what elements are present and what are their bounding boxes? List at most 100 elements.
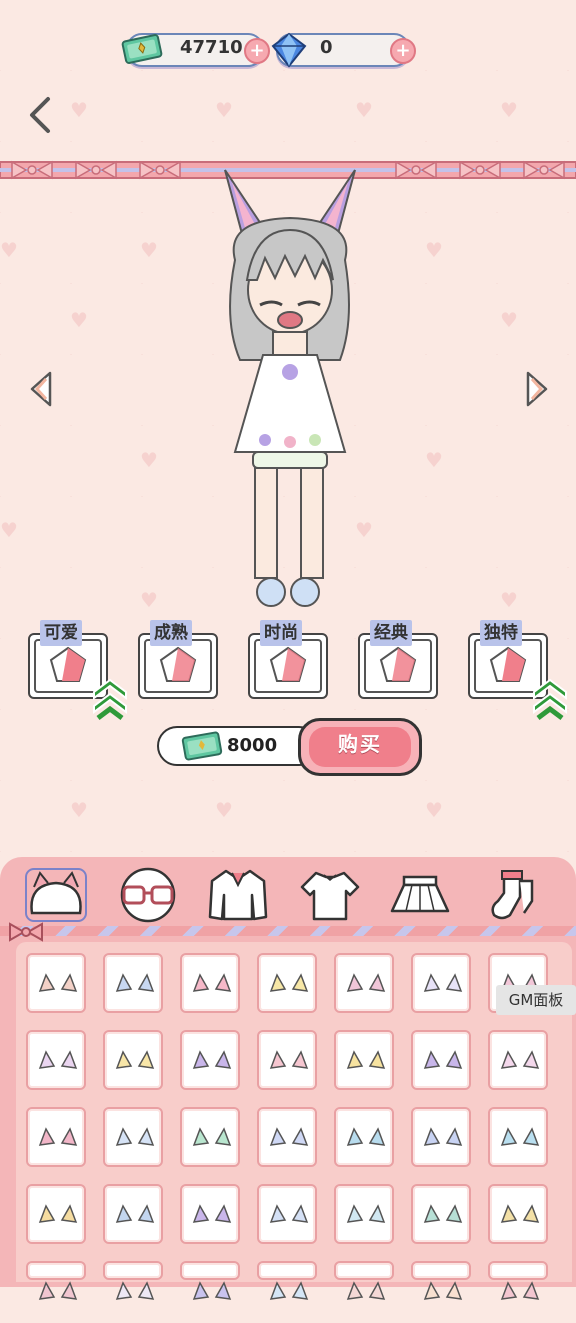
cash-counter: 47710 + bbox=[121, 33, 270, 67]
heart-decoration: ♥ bbox=[0, 238, 18, 262]
item-slot[interactable] bbox=[334, 1261, 394, 1300]
ear-accessory-icon bbox=[423, 1204, 463, 1223]
ear-accessory-icon bbox=[192, 1281, 232, 1300]
ear-accessory-icon bbox=[269, 973, 309, 992]
item-slot[interactable] bbox=[103, 1030, 163, 1090]
item-slot[interactable] bbox=[334, 1107, 394, 1167]
diamond-icon bbox=[271, 32, 307, 68]
bow-icon bbox=[9, 922, 43, 942]
ear-accessory-icon bbox=[500, 1281, 540, 1300]
pentagon-icon bbox=[159, 646, 197, 682]
ear-accessory-icon bbox=[346, 1050, 386, 1069]
gm-panel-button[interactable]: GM面板 bbox=[496, 985, 576, 1015]
cash-bill-icon bbox=[121, 34, 163, 64]
item-slot[interactable] bbox=[26, 1184, 86, 1244]
ear-accessory-icon bbox=[500, 1204, 540, 1223]
ear-accessory-icon bbox=[38, 1281, 78, 1300]
add-cash-button[interactable]: + bbox=[244, 38, 270, 64]
item-slot[interactable] bbox=[180, 1184, 240, 1244]
item-slot[interactable] bbox=[26, 1107, 86, 1167]
heart-decoration: ♥ bbox=[215, 98, 233, 122]
heart-decoration: ♥ bbox=[70, 308, 88, 332]
chevron-left-icon[interactable] bbox=[26, 95, 56, 135]
ear-accessory-icon bbox=[423, 1127, 463, 1146]
pentagon-icon bbox=[489, 646, 527, 682]
add-gem-button[interactable]: + bbox=[390, 38, 416, 64]
price-value: 8000 bbox=[227, 735, 278, 756]
item-slot[interactable] bbox=[257, 953, 317, 1013]
ear-accessory-icon bbox=[346, 1127, 386, 1146]
item-slot[interactable] bbox=[488, 1107, 548, 1167]
heart-decoration: ♥ bbox=[425, 238, 443, 262]
ear-accessory-icon bbox=[500, 1127, 540, 1146]
heart-decoration: ♥ bbox=[215, 798, 233, 822]
item-slot[interactable] bbox=[26, 953, 86, 1013]
heart-decoration: ♥ bbox=[425, 798, 443, 822]
item-slot[interactable] bbox=[103, 953, 163, 1013]
boost-chevron-icon bbox=[533, 678, 567, 720]
buy-button[interactable]: 购买 bbox=[298, 718, 422, 776]
item-slot[interactable] bbox=[411, 1107, 471, 1167]
item-slot[interactable] bbox=[180, 1030, 240, 1090]
triangle-right-icon[interactable] bbox=[524, 369, 550, 409]
item-slot[interactable] bbox=[411, 1030, 471, 1090]
item-slot[interactable] bbox=[411, 953, 471, 1013]
item-slot[interactable] bbox=[180, 1261, 240, 1300]
item-slot[interactable] bbox=[411, 1261, 471, 1300]
style-label: 经典 bbox=[370, 620, 412, 646]
ear-accessory-icon bbox=[38, 1204, 78, 1223]
item-slot[interactable] bbox=[488, 1261, 548, 1300]
pentagon-icon bbox=[49, 646, 87, 682]
heart-decoration: ♥ bbox=[140, 238, 158, 262]
ear-accessory-icon bbox=[192, 1127, 232, 1146]
tab-ears[interactable] bbox=[24, 867, 88, 923]
tab-jacket[interactable] bbox=[206, 867, 270, 923]
item-slot[interactable] bbox=[103, 1261, 163, 1300]
item-slot[interactable] bbox=[257, 1261, 317, 1300]
ear-accessory-icon bbox=[346, 1281, 386, 1300]
ear-accessory-icon bbox=[192, 1050, 232, 1069]
ear-accessory-icon bbox=[115, 973, 155, 992]
item-slot[interactable] bbox=[180, 1107, 240, 1167]
item-slot[interactable] bbox=[103, 1184, 163, 1244]
triangle-left-icon[interactable] bbox=[28, 369, 54, 409]
item-slot[interactable] bbox=[103, 1107, 163, 1167]
item-slot[interactable] bbox=[26, 1261, 86, 1300]
item-slot[interactable] bbox=[257, 1184, 317, 1244]
plus-icon: + bbox=[249, 40, 265, 61]
heart-decoration: ♥ bbox=[500, 588, 518, 612]
item-slot[interactable] bbox=[334, 1184, 394, 1244]
tab-socks[interactable] bbox=[484, 867, 548, 923]
tab-glasses[interactable] bbox=[116, 867, 180, 923]
heart-decoration: ♥ bbox=[500, 308, 518, 332]
cash-bill-icon bbox=[181, 731, 223, 761]
tab-skirt[interactable] bbox=[388, 867, 452, 923]
ear-accessory-icon bbox=[115, 1204, 155, 1223]
style-label: 独特 bbox=[480, 620, 522, 646]
item-slot[interactable] bbox=[488, 1030, 548, 1090]
style-label: 可爱 bbox=[40, 620, 82, 646]
item-slot[interactable] bbox=[257, 1030, 317, 1090]
ear-accessory-icon bbox=[38, 1127, 78, 1146]
panel-stripe bbox=[0, 926, 576, 936]
ear-accessory-icon bbox=[346, 973, 386, 992]
ear-accessory-icon bbox=[269, 1127, 309, 1146]
tab-top[interactable] bbox=[298, 867, 362, 923]
item-slot[interactable] bbox=[334, 1030, 394, 1090]
ear-accessory-icon bbox=[115, 1281, 155, 1300]
item-slot[interactable] bbox=[488, 1184, 548, 1244]
heart-decoration: ♥ bbox=[140, 588, 158, 612]
item-slot[interactable] bbox=[257, 1107, 317, 1167]
item-slot[interactable] bbox=[334, 953, 394, 1013]
ear-accessory-icon bbox=[423, 973, 463, 992]
gem-value: 0 bbox=[320, 37, 333, 58]
ear-accessory-icon bbox=[192, 973, 232, 992]
item-slot[interactable] bbox=[411, 1184, 471, 1244]
ear-accessory-icon bbox=[192, 1204, 232, 1223]
gem-counter: 0 + bbox=[271, 32, 416, 68]
ear-accessory-icon bbox=[38, 973, 78, 992]
heart-decoration: ♥ bbox=[355, 98, 373, 122]
item-slot[interactable] bbox=[180, 953, 240, 1013]
style-label: 时尚 bbox=[260, 620, 302, 646]
item-slot[interactable] bbox=[26, 1030, 86, 1090]
